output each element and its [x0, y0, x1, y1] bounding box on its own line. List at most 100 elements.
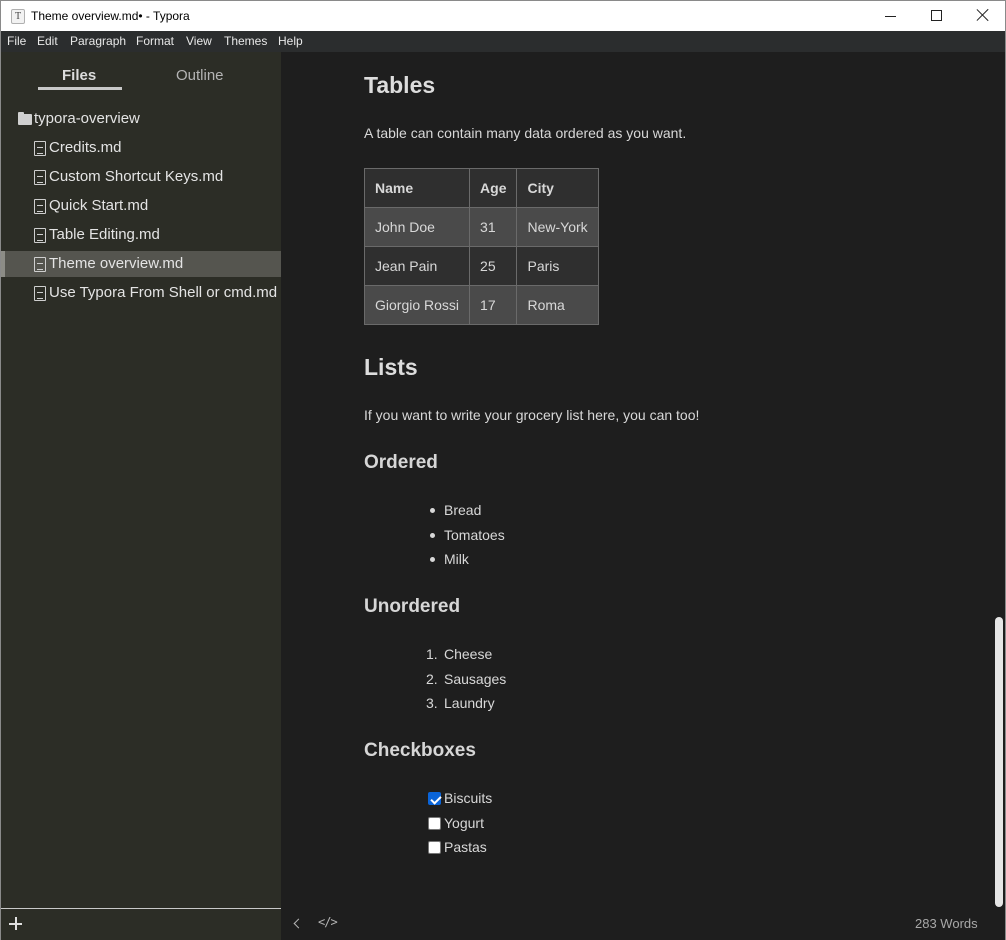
- file-item-table-editing[interactable]: Table Editing.md: [1, 222, 281, 248]
- file-icon: [34, 257, 46, 272]
- file-label: Custom Shortcut Keys.md: [49, 168, 224, 185]
- table-row: John Doe 31 New-York: [363, 207, 599, 247]
- table-header-cell[interactable]: Name: [363, 168, 471, 208]
- heading-ordered: Ordered: [364, 452, 438, 473]
- folder-label: typora-overview: [34, 110, 140, 127]
- list-number: 2.: [426, 671, 438, 687]
- file-item-use-typora-from-shell[interactable]: Use Typora From Shell or cmd.md: [1, 280, 281, 306]
- sidebar: Files Outline typora-overview Credits.md…: [0, 52, 281, 940]
- table-cell[interactable]: Roma: [516, 285, 599, 325]
- table-cell[interactable]: 17: [469, 285, 518, 325]
- table-header-cell[interactable]: City: [516, 168, 599, 208]
- list-item: Milk: [430, 551, 469, 567]
- file-icon: [34, 199, 46, 214]
- list-item-text: Laundry: [444, 695, 495, 711]
- task-item-label: Yogurt: [444, 815, 484, 831]
- source-code-icon[interactable]: </>: [318, 915, 338, 929]
- table-cell[interactable]: 31: [469, 207, 518, 247]
- list-number: 1.: [426, 646, 438, 662]
- bullet-marker: [430, 557, 435, 562]
- file-label: Theme overview.md: [49, 255, 184, 272]
- list-number: 3.: [426, 695, 438, 711]
- file-icon: [34, 228, 46, 243]
- scrollbar-thumb[interactable]: [995, 617, 1003, 907]
- add-file-button[interactable]: [9, 916, 23, 930]
- heading-lists: Lists: [364, 354, 418, 380]
- chevron-left-icon[interactable]: [291, 917, 303, 931]
- typora-app-icon: T: [11, 9, 25, 24]
- file-item-quick-start[interactable]: Quick Start.md: [1, 193, 281, 219]
- list-item-text: Milk: [444, 551, 469, 567]
- menu-paragraph[interactable]: Paragraph: [70, 34, 126, 48]
- tab-files[interactable]: Files: [62, 67, 96, 84]
- maximize-icon: [931, 10, 942, 21]
- table-cell[interactable]: Giorgio Rossi: [363, 285, 471, 325]
- folder-row[interactable]: typora-overview: [1, 106, 281, 132]
- tables-paragraph: A table can contain many data ordered as…: [364, 125, 687, 141]
- list-item: 3. Laundry: [426, 695, 495, 711]
- active-tab-indicator: [38, 87, 122, 90]
- table-cell[interactable]: 25: [469, 246, 518, 286]
- heading-checkboxes: Checkboxes: [364, 740, 476, 761]
- file-icon: [34, 141, 46, 156]
- menu-help[interactable]: Help: [278, 34, 303, 48]
- table-row: Jean Pain 25 Paris: [363, 246, 599, 286]
- list-item: Tomatoes: [430, 527, 505, 543]
- list-item: 1. Cheese: [426, 646, 493, 662]
- list-item-text: Cheese: [444, 646, 493, 662]
- file-icon: [34, 170, 46, 185]
- sidebar-divider: [1, 908, 281, 909]
- menu-file[interactable]: File: [7, 34, 26, 48]
- list-item-text: Sausages: [444, 671, 507, 687]
- bullet-marker: [430, 508, 435, 513]
- list-item-text: Tomatoes: [444, 527, 505, 543]
- file-label: Table Editing.md: [49, 226, 160, 243]
- checkbox-biscuits[interactable]: [428, 792, 441, 805]
- table-header-row: Name Age City: [363, 168, 599, 208]
- tab-outline[interactable]: Outline: [176, 67, 224, 84]
- maximize-button[interactable]: [913, 1, 959, 31]
- task-item-label: Pastas: [444, 839, 487, 855]
- task-item-label: Biscuits: [444, 790, 493, 806]
- minimize-button[interactable]: [867, 1, 913, 31]
- menu-themes[interactable]: Themes: [224, 34, 267, 48]
- file-item-custom-shortcut-keys[interactable]: Custom Shortcut Keys.md: [1, 164, 281, 190]
- file-icon: [34, 286, 46, 301]
- file-item-credits[interactable]: Credits.md: [1, 135, 281, 161]
- file-label: Quick Start.md: [49, 197, 149, 214]
- file-label: Use Typora From Shell or cmd.md: [49, 284, 278, 301]
- menu-format[interactable]: Format: [136, 34, 174, 48]
- checkbox-pastas[interactable]: [428, 841, 441, 854]
- menu-view[interactable]: View: [186, 34, 212, 48]
- document[interactable]: Tables A table can contain many data ord…: [363, 52, 984, 908]
- task-item: Biscuits: [444, 790, 492, 806]
- active-file-marker: [1, 251, 5, 277]
- title-bar: T Theme overview.md• - Typora: [0, 0, 1006, 31]
- close-button[interactable]: [959, 1, 1005, 31]
- table-cell[interactable]: John Doe: [363, 207, 471, 247]
- window-title: Theme overview.md• - Typora: [31, 9, 190, 23]
- heading-tables: Tables: [364, 72, 436, 98]
- word-count[interactable]: 283 Words: [915, 916, 978, 931]
- task-item: Pastas: [444, 839, 487, 855]
- list-item: Bread: [430, 502, 482, 518]
- menu-edit[interactable]: Edit: [37, 34, 58, 48]
- bullet-marker: [430, 533, 435, 538]
- list-item-text: Bread: [444, 502, 482, 518]
- task-item: Yogurt: [444, 815, 484, 831]
- checkbox-yogurt[interactable]: [428, 817, 441, 830]
- editor-area[interactable]: Tables A table can contain many data ord…: [281, 52, 1006, 940]
- table-cell[interactable]: Jean Pain: [363, 246, 471, 286]
- close-icon: [976, 8, 990, 22]
- table-header-cell[interactable]: Age: [469, 168, 518, 208]
- lists-paragraph: If you want to write your grocery list h…: [364, 407, 700, 423]
- file-item-theme-overview[interactable]: Theme overview.md: [1, 251, 281, 277]
- table-cell[interactable]: New-York: [516, 207, 599, 247]
- folder-icon: [18, 112, 32, 125]
- list-item: 2. Sausages: [426, 671, 507, 687]
- file-label: Credits.md: [49, 139, 122, 156]
- minimize-icon: [885, 16, 896, 17]
- data-table[interactable]: Name Age City John Doe 31 New-York Jean …: [363, 168, 599, 325]
- table-cell[interactable]: Paris: [516, 246, 599, 286]
- status-bar: </> 283 Words: [281, 908, 1005, 940]
